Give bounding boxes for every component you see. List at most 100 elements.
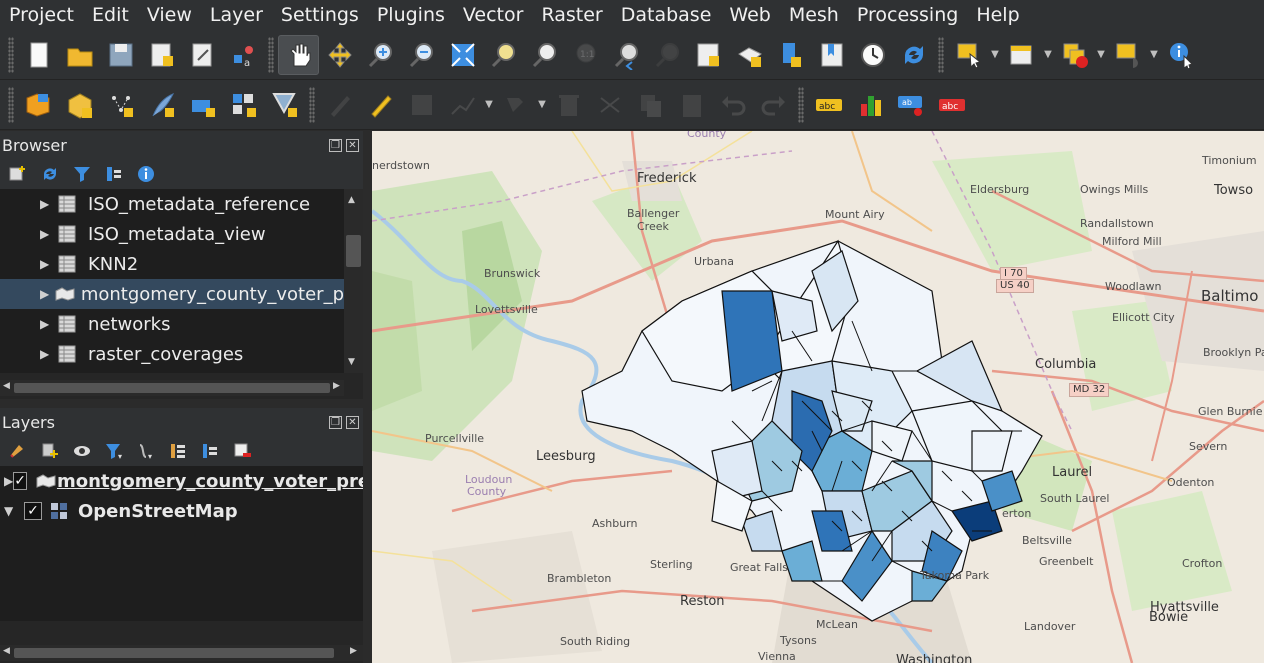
visibility-eye-icon[interactable] xyxy=(70,439,94,463)
refresh-button[interactable] xyxy=(893,35,934,75)
pan-map-button[interactable] xyxy=(278,34,319,75)
toolbar-grip[interactable] xyxy=(938,36,944,73)
zoom-to-selection-button[interactable] xyxy=(483,35,524,75)
chevron-down-icon[interactable]: ▼ xyxy=(483,99,495,110)
filter-expression-icon[interactable]: ▾ xyxy=(134,439,158,463)
layers-horizontal-scrollbar[interactable]: ◀ ▶ xyxy=(0,645,363,661)
browser-item[interactable]: ▶ ISO_metadata_reference xyxy=(0,189,344,219)
chevron-down-icon[interactable]: ▼ xyxy=(1148,49,1160,60)
menu-web[interactable]: Web xyxy=(720,4,779,26)
browser-vertical-scrollbar[interactable]: ▲ ▼ xyxy=(344,189,363,373)
filter-legend-icon[interactable]: ▾ xyxy=(102,439,126,463)
new-temporary-layer-button[interactable] xyxy=(182,85,223,125)
chevron-down-icon[interactable]: ▼ xyxy=(1042,49,1054,60)
label-settings-button[interactable]: abc xyxy=(931,85,972,125)
open-project-button[interactable] xyxy=(59,35,100,75)
style-manager-button[interactable]: a xyxy=(223,35,264,75)
select-features-button[interactable] xyxy=(948,35,989,75)
menu-raster[interactable]: Raster xyxy=(532,4,611,26)
zoom-full-button[interactable] xyxy=(442,35,483,75)
chevron-right-icon[interactable]: ▶ xyxy=(40,197,58,211)
new-map-view-button[interactable] xyxy=(688,35,729,75)
collapse-all-icon[interactable] xyxy=(102,162,126,186)
float-panel-icon[interactable]: ❐ xyxy=(329,415,342,429)
menu-view[interactable]: View xyxy=(138,4,201,26)
chevron-down-icon[interactable]: ▼ xyxy=(0,504,24,518)
chevron-right-icon[interactable]: ▶ xyxy=(40,257,58,271)
temporal-controller-button[interactable] xyxy=(852,35,893,75)
zoom-in-button[interactable] xyxy=(360,35,401,75)
browser-horizontal-scrollbar[interactable]: ◀ ▶ xyxy=(0,380,344,396)
new-project-button[interactable] xyxy=(18,35,59,75)
map-canvas[interactable]: nerdstown Frederick Ballenger Creek Mount Ai… xyxy=(372,131,1264,663)
filter-icon[interactable] xyxy=(70,162,94,186)
menu-processing[interactable]: Processing xyxy=(848,4,967,26)
menu-settings[interactable]: Settings xyxy=(272,4,368,26)
browser-item[interactable]: ▶ networks xyxy=(0,309,344,339)
toolbar-grip[interactable] xyxy=(268,36,274,73)
menu-layer[interactable]: Layer xyxy=(201,4,272,26)
add-selected-layers-icon[interactable] xyxy=(6,162,30,186)
new-3d-view-button[interactable] xyxy=(729,35,770,75)
save-edits-button[interactable] xyxy=(401,85,442,125)
properties-info-icon[interactable] xyxy=(134,162,158,186)
toggle-editing-button[interactable] xyxy=(360,85,401,125)
chevron-right-icon[interactable]: ▶ xyxy=(40,227,58,241)
chevron-right-icon[interactable]: ▶ xyxy=(40,287,55,301)
menu-mesh[interactable]: Mesh xyxy=(780,4,848,26)
browser-item[interactable]: ▶ KNN2 xyxy=(0,249,344,279)
zoom-native-button[interactable]: 1:1 xyxy=(565,35,606,75)
layer-visibility-checkbox[interactable]: ✓ xyxy=(13,472,27,490)
refresh-icon[interactable] xyxy=(38,162,62,186)
browser-item[interactable]: ▶ ISO_metadata_view xyxy=(0,219,344,249)
redo-button[interactable] xyxy=(753,85,794,125)
panel-splitter[interactable] xyxy=(363,130,372,663)
new-spatialite-layer-button[interactable] xyxy=(141,85,182,125)
delete-selected-button[interactable] xyxy=(548,85,589,125)
new-geopackage-layer-button[interactable] xyxy=(59,85,100,125)
toolbar-grip[interactable] xyxy=(8,36,14,73)
zoom-next-button[interactable] xyxy=(647,35,688,75)
label-toolbar-button[interactable]: abc xyxy=(808,85,849,125)
chevron-down-icon[interactable]: ▼ xyxy=(989,49,1001,60)
diagram-options-button[interactable] xyxy=(849,85,890,125)
chevron-down-icon[interactable]: ▼ xyxy=(536,99,548,110)
browser-item[interactable]: ▶ montgomery_county_voter_p xyxy=(0,279,344,309)
style-panel-icon[interactable] xyxy=(6,439,30,463)
new-virtual-layer-button[interactable] xyxy=(223,85,264,125)
new-print-layout-button[interactable] xyxy=(141,35,182,75)
zoom-last-button[interactable] xyxy=(606,35,647,75)
toolbar-grip[interactable] xyxy=(8,86,14,123)
menu-help[interactable]: Help xyxy=(967,4,1028,26)
highlight-pinned-button[interactable]: ab xyxy=(890,85,931,125)
save-project-button[interactable] xyxy=(100,35,141,75)
chevron-down-icon[interactable]: ▼ xyxy=(1095,49,1107,60)
add-group-icon[interactable] xyxy=(38,439,62,463)
layer-visibility-checkbox[interactable]: ✓ xyxy=(24,502,42,520)
close-panel-icon[interactable]: ✕ xyxy=(346,415,359,429)
digitize-button[interactable] xyxy=(442,85,483,125)
vertex-tool-button[interactable] xyxy=(495,85,536,125)
new-bookmark-button[interactable] xyxy=(770,35,811,75)
show-bookmarks-button[interactable] xyxy=(811,35,852,75)
menu-plugins[interactable]: Plugins xyxy=(368,4,454,26)
zoom-to-layer-button[interactable] xyxy=(524,35,565,75)
chevron-right-icon[interactable]: ▶ xyxy=(40,317,58,331)
deselect-button[interactable] xyxy=(1054,35,1095,75)
pan-to-selection-button[interactable] xyxy=(319,35,360,75)
remove-layer-icon[interactable] xyxy=(230,439,254,463)
copy-features-button[interactable] xyxy=(630,85,671,125)
float-panel-icon[interactable]: ❐ xyxy=(329,138,342,152)
new-mesh-layer-button[interactable] xyxy=(264,85,305,125)
layout-manager-button[interactable] xyxy=(182,35,223,75)
new-shapefile-layer-button[interactable] xyxy=(100,85,141,125)
toolbar-grip[interactable] xyxy=(309,86,315,123)
paste-features-button[interactable] xyxy=(671,85,712,125)
undo-button[interactable] xyxy=(712,85,753,125)
close-panel-icon[interactable]: ✕ xyxy=(346,138,359,152)
data-source-manager-button[interactable] xyxy=(18,85,59,125)
current-edits-button[interactable] xyxy=(319,85,360,125)
identify-features-button[interactable] xyxy=(1160,35,1201,75)
menu-vector[interactable]: Vector xyxy=(454,4,533,26)
open-attribute-table-button[interactable] xyxy=(1001,35,1042,75)
